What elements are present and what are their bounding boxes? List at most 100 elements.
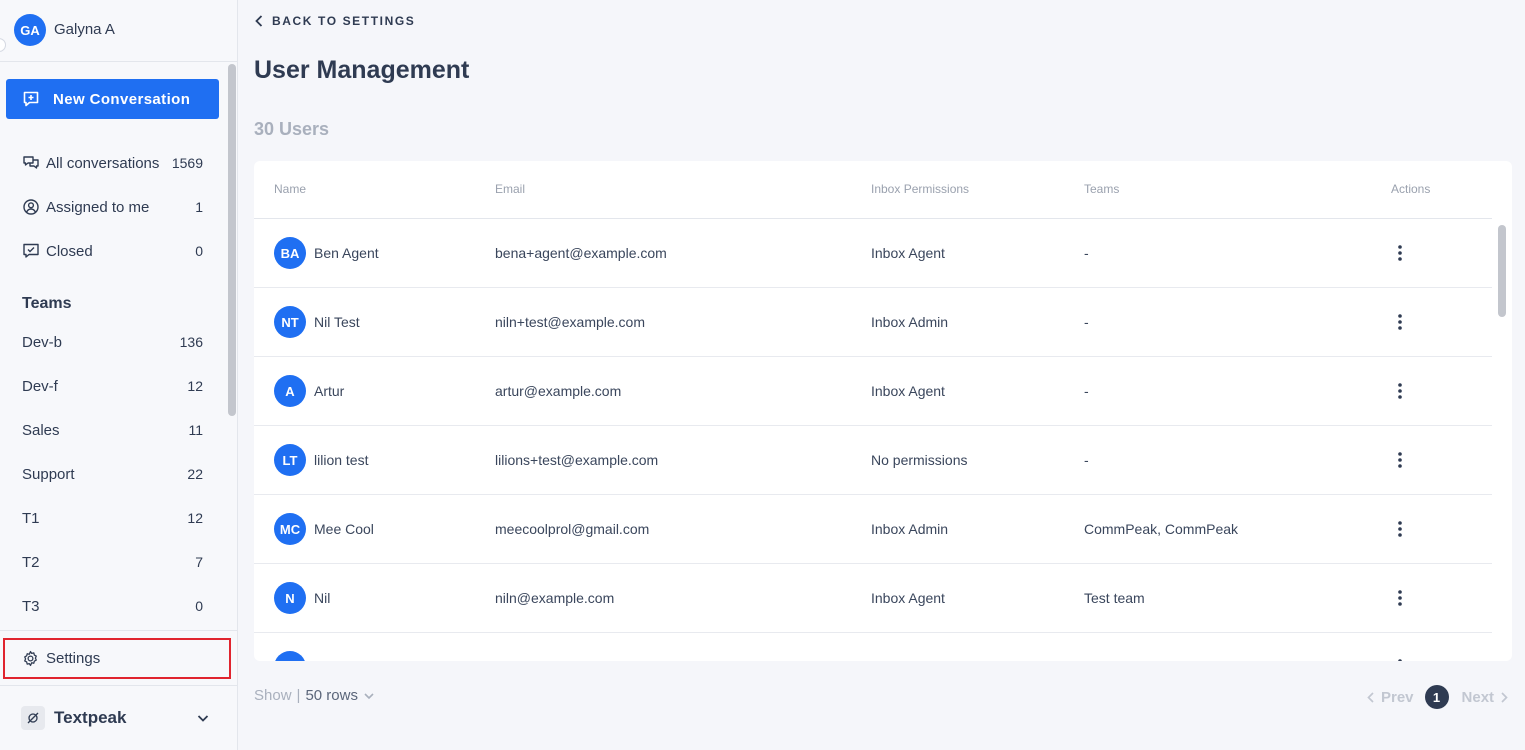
table-row[interactable]: A Artur artur@example.com Inbox Agent - <box>254 357 1492 426</box>
avatar <box>274 651 306 661</box>
settings-label: Settings <box>46 650 101 667</box>
rows-per-page[interactable]: Show | 50 rows <box>254 687 375 704</box>
profile-header[interactable]: GA Galyna A <box>0 0 237 62</box>
workspace-logo-icon <box>21 706 45 730</box>
table-scrollbar-thumb[interactable] <box>1498 225 1506 317</box>
gear-icon <box>24 650 37 667</box>
chevron-right-icon <box>1501 691 1508 703</box>
settings-nav-item[interactable]: Settings <box>3 638 231 679</box>
user-permissions: No permissions <box>871 452 968 468</box>
avatar: BA <box>274 237 306 269</box>
table-row[interactable] <box>254 633 1492 661</box>
chevron-down-icon <box>364 692 374 699</box>
user-name: Nil Test <box>314 314 360 330</box>
sidebar-team-t1[interactable]: T1 12 <box>0 504 222 532</box>
team-label: Dev-f <box>22 377 58 395</box>
user-name: Artur <box>314 383 345 399</box>
team-count: 0 <box>195 598 203 614</box>
column-header-permissions: Inbox Permissions <box>871 182 970 196</box>
workspace-name: Textpeak <box>54 708 127 727</box>
more-actions-icon[interactable] <box>1390 379 1410 403</box>
teams-heading: Teams <box>22 295 72 312</box>
sidebar-scrollbar-thumb[interactable] <box>228 64 236 416</box>
new-conversation-label: New Conversation <box>53 90 191 108</box>
user-name: Mee Cool <box>314 521 374 537</box>
nav-count: 0 <box>195 243 203 259</box>
nav-closed[interactable]: Closed 0 <box>0 237 222 265</box>
more-actions-icon[interactable] <box>1390 655 1410 661</box>
sidebar-team-dev-f[interactable]: Dev-f 12 <box>0 372 222 400</box>
chevron-left-icon <box>255 15 263 27</box>
team-label: T3 <box>22 597 40 615</box>
prev-label: Prev <box>1381 688 1414 706</box>
page-number-current[interactable]: 1 <box>1424 685 1449 709</box>
more-actions-icon[interactable] <box>1390 448 1410 472</box>
back-to-settings-link[interactable]: BACK TO SETTINGS <box>255 14 415 28</box>
team-label: T2 <box>22 553 40 571</box>
user-permissions: Inbox Agent <box>871 383 945 399</box>
user-permissions: Inbox Admin <box>871 521 949 537</box>
user-teams: - <box>1084 383 1089 399</box>
team-label: T1 <box>22 509 40 527</box>
more-actions-icon[interactable] <box>1390 517 1410 541</box>
next-label: Next <box>1461 688 1495 706</box>
team-label: Sales <box>22 421 60 439</box>
user-email: meecoolprol@gmail.com <box>495 521 650 537</box>
table-row[interactable]: LT lilion test lilions+test@example.com … <box>254 426 1492 495</box>
user-circle-icon <box>22 198 40 216</box>
avatar[interactable]: GA <box>14 14 46 46</box>
sidebar-divider <box>0 630 237 631</box>
table-header: Name Email Inbox Permissions Teams Actio… <box>254 161 1492 219</box>
sidebar-team-t3[interactable]: T3 0 <box>0 592 222 620</box>
sidebar: GA Galyna A New Conversation All convers… <box>0 0 238 750</box>
chevron-left-icon <box>1367 691 1374 703</box>
sidebar-team-dev-b[interactable]: Dev-b 136 <box>0 328 222 356</box>
more-actions-icon[interactable] <box>1390 310 1410 334</box>
user-teams: - <box>1084 452 1089 468</box>
user-name: lilion test <box>314 452 369 468</box>
user-email: lilions+test@example.com <box>495 452 659 468</box>
table-row[interactable]: NT Nil Test niln+test@example.com Inbox … <box>254 288 1492 357</box>
nav-label: Assigned to me <box>46 198 150 216</box>
team-count: 11 <box>188 422 203 438</box>
nav-count: 1569 <box>171 155 203 171</box>
more-actions-icon[interactable] <box>1390 241 1410 265</box>
more-actions-icon[interactable] <box>1390 586 1410 610</box>
team-label: Support <box>22 465 75 483</box>
nav-label: Closed <box>46 242 93 260</box>
back-label: BACK TO SETTINGS <box>272 14 416 28</box>
pagination: Prev 1 Next <box>1367 685 1517 709</box>
nav-all-conversations[interactable]: All conversations 1569 <box>0 149 222 177</box>
table-row[interactable]: MC Mee Cool meecoolprol@gmail.com Inbox … <box>254 495 1492 564</box>
user-name: Ben Agent <box>314 245 379 261</box>
user-permissions: Inbox Admin <box>871 314 949 330</box>
chevron-down-icon <box>197 715 209 722</box>
team-count: 7 <box>195 554 203 570</box>
users-table: Name Email Inbox Permissions Teams Actio… <box>254 161 1512 661</box>
nav-count: 1 <box>195 199 203 215</box>
user-teams: - <box>1084 314 1089 330</box>
avatar: N <box>274 582 306 614</box>
team-count: 136 <box>179 334 203 350</box>
next-page-button[interactable]: Next <box>1462 689 1509 706</box>
rows-per-page-value[interactable]: 50 rows <box>305 687 358 704</box>
chat-bubbles-icon <box>22 154 40 172</box>
avatar: A <box>274 375 306 407</box>
user-teams: Test team <box>1084 590 1145 606</box>
user-permissions: Inbox Agent <box>871 590 945 606</box>
sidebar-team-sales[interactable]: Sales 11 <box>0 416 222 444</box>
prev-page-button[interactable]: Prev <box>1367 689 1414 706</box>
separator: | <box>296 687 301 704</box>
table-row[interactable]: BA Ben Agent bena+agent@example.com Inbo… <box>254 219 1492 288</box>
users-count: 30 Users <box>254 119 330 139</box>
nav-label: All conversations <box>46 154 160 172</box>
sidebar-team-support[interactable]: Support 22 <box>0 460 222 488</box>
avatar: LT <box>274 444 306 476</box>
sidebar-team-t2[interactable]: T2 7 <box>0 548 222 576</box>
new-conversation-button[interactable]: New Conversation <box>6 79 219 119</box>
table-row[interactable]: N Nil niln@example.com Inbox Agent Test … <box>254 564 1492 633</box>
team-label: Dev-b <box>22 333 63 351</box>
user-teams: CommPeak, CommPeak <box>1084 521 1239 537</box>
nav-assigned-to-me[interactable]: Assigned to me 1 <box>0 193 222 221</box>
workspace-switcher[interactable]: Textpeak <box>0 686 237 750</box>
